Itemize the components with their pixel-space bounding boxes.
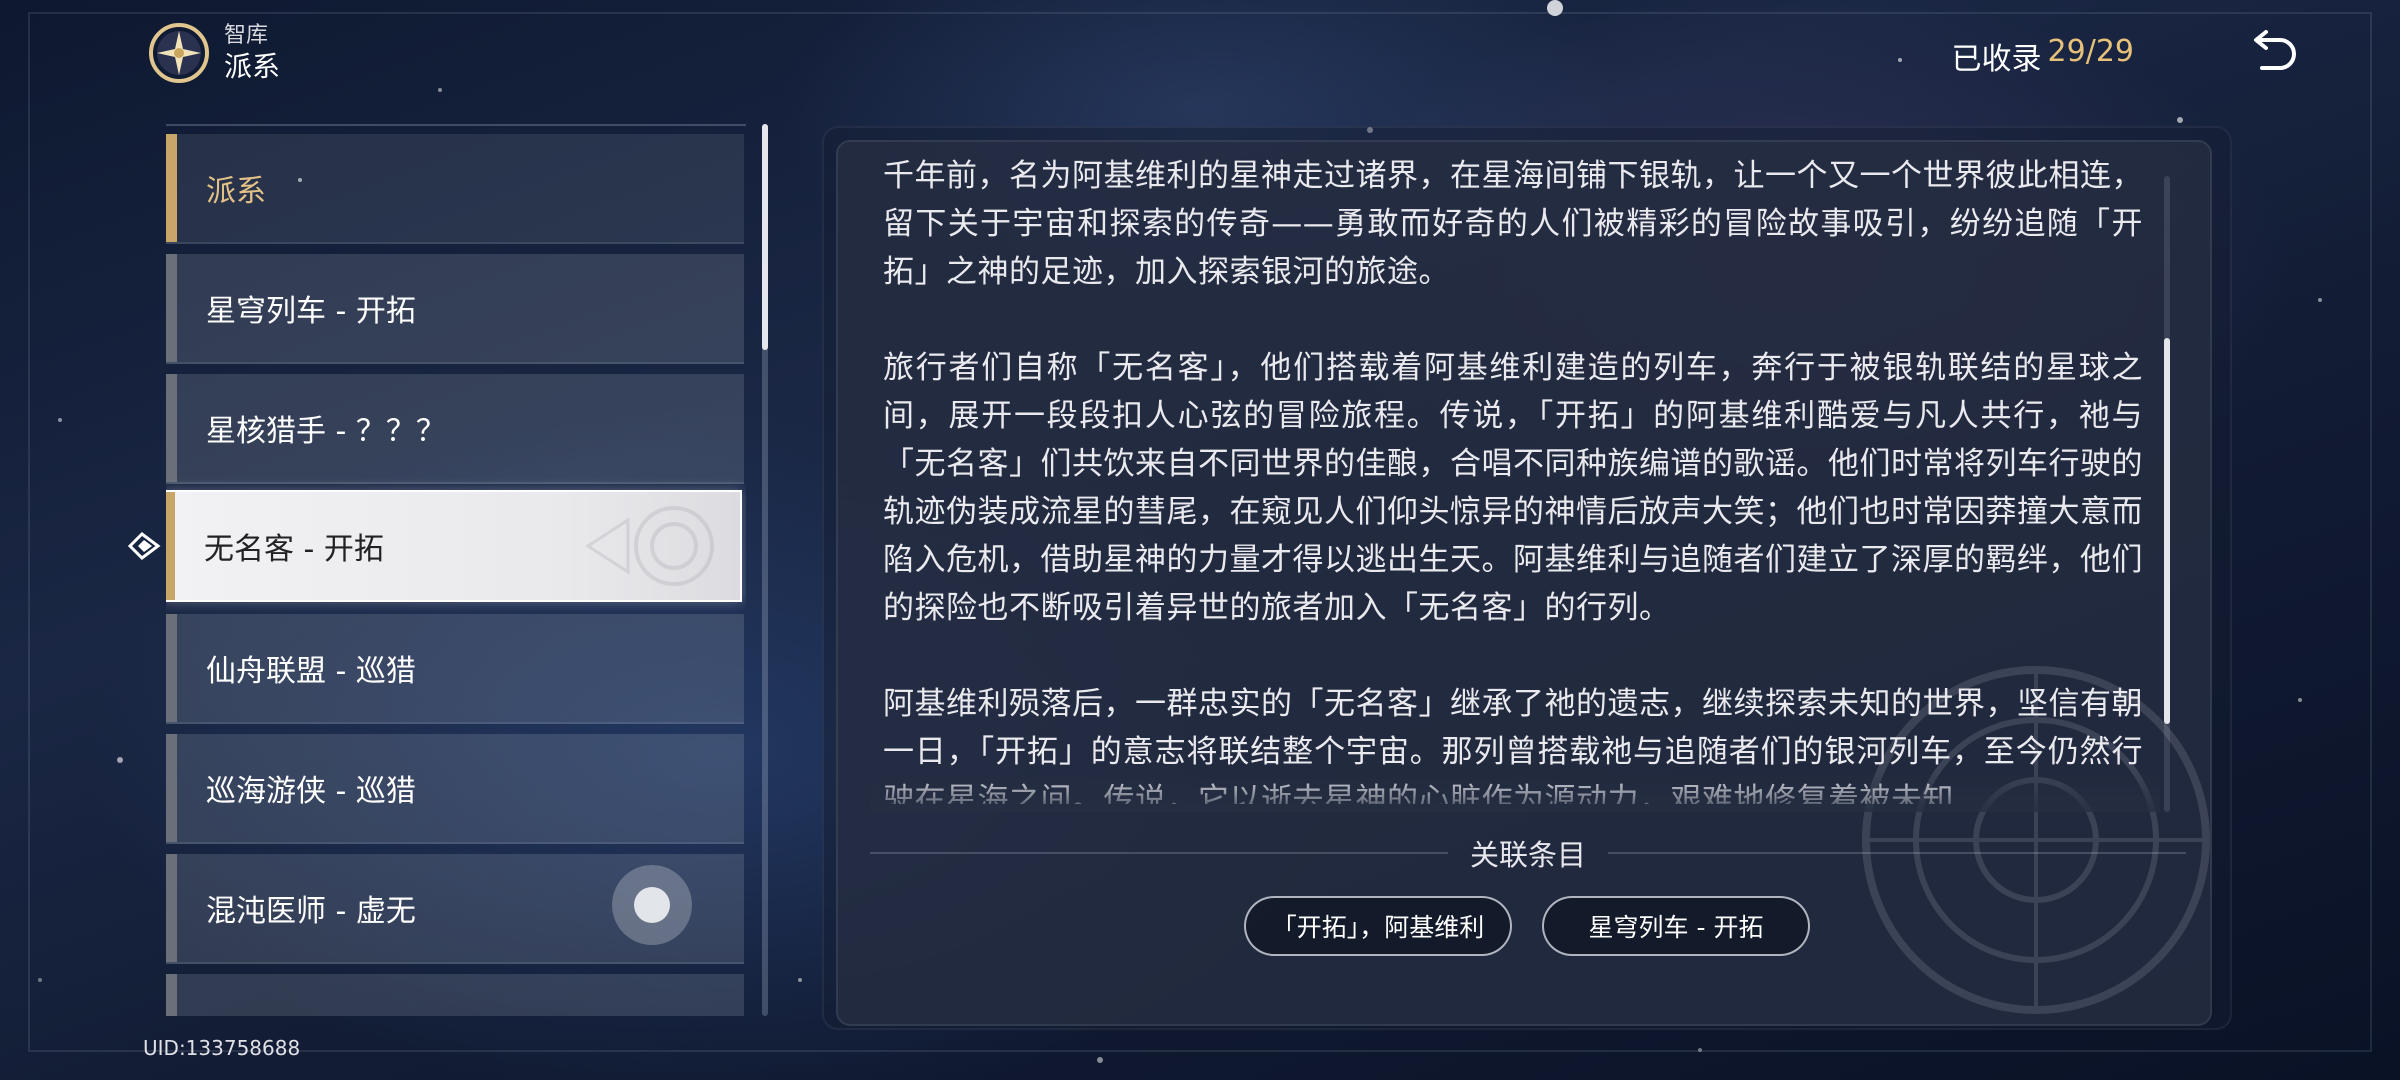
selection-pointer-icon	[127, 532, 161, 560]
list-item-partial[interactable]	[166, 974, 744, 1016]
list-item-label: 巡海游侠 - 巡猎	[206, 774, 416, 809]
item-accent-bar	[166, 134, 177, 242]
collected-label: 已收录	[1951, 42, 2042, 77]
divider-line	[870, 852, 1448, 854]
list-item-label: 混沌医师 - 虚无	[206, 894, 416, 929]
list-item-category[interactable]: 派系	[166, 134, 744, 244]
text-scrollbar-thumb[interactable]	[2164, 338, 2170, 724]
item-accent-bar	[166, 492, 175, 600]
list-item-label: 无名客 - 开拓	[204, 532, 384, 567]
list-item-label: 仙舟联盟 - 巡猎	[206, 654, 416, 689]
page-title: 派系	[224, 50, 281, 83]
list-item[interactable]: 星穹列车 - 开拓	[166, 254, 744, 364]
list-item-label: 星穹列车 - 开拓	[206, 294, 416, 329]
header-breadcrumb: 智库 派系	[148, 22, 280, 84]
related-entry-button[interactable]: 星穹列车 - 开拓	[1542, 896, 1810, 956]
related-entry-button[interactable]: 「开拓」，阿基维利	[1244, 896, 1512, 956]
list-divider	[166, 124, 746, 126]
related-entries-header: 关联条目	[870, 832, 2187, 874]
divider-line	[1608, 852, 2187, 854]
description-paragraph: 千年前，名为阿基维利的星神走过诸界，在星海间铺下银轨，让一个又一个世界彼此相连，…	[883, 158, 2143, 290]
faction-list[interactable]: 派系 星穹列车 - 开拓 星核猎手 - ？？？ 无名客 - 开拓 仙舟联盟 - …	[166, 124, 746, 1016]
user-id: UID:133758688	[143, 1036, 301, 1060]
faction-crest-icon	[585, 506, 714, 586]
description-paragraph: 旅行者们自称「无名客」，他们搭载着阿基维利建造的列车，奔行于被银轨联结的星球之间…	[883, 350, 2143, 626]
collection-counter: 已收录 29/29	[1952, 34, 2134, 78]
list-item[interactable]: 星核猎手 - ？？？	[166, 374, 744, 484]
list-item-label: 派系	[206, 174, 266, 209]
item-accent-bar	[166, 734, 177, 842]
list-item[interactable]: 仙舟联盟 - 巡猎	[166, 614, 744, 724]
collected-count: 29/29	[2047, 34, 2134, 69]
list-item[interactable]: 巡海游侠 - 巡猎	[166, 734, 744, 844]
list-item-label: 星核猎手 - ？？？	[206, 414, 446, 449]
archive-emblem-icon	[149, 23, 209, 83]
return-arrow-icon[interactable]	[2246, 26, 2302, 82]
text-fade-overlay	[870, 772, 2160, 812]
item-accent-bar	[166, 254, 177, 362]
related-entries-title: 关联条目	[1470, 838, 1587, 872]
item-accent-bar	[166, 374, 177, 482]
item-accent-bar	[166, 854, 177, 962]
entry-description[interactable]: 千年前，名为阿基维利的星神走过诸界，在星海间铺下银轨，让一个又一个世界彼此相连，…	[883, 152, 2143, 804]
breadcrumb-parent: 智库	[224, 23, 269, 48]
list-item[interactable]: 混沌医师 - 虚无	[166, 854, 744, 964]
list-scrollbar-thumb[interactable]	[762, 124, 768, 350]
item-accent-bar	[166, 974, 177, 1016]
item-accent-bar	[166, 614, 177, 722]
list-item-selected[interactable]: 无名客 - 开拓	[166, 490, 742, 602]
